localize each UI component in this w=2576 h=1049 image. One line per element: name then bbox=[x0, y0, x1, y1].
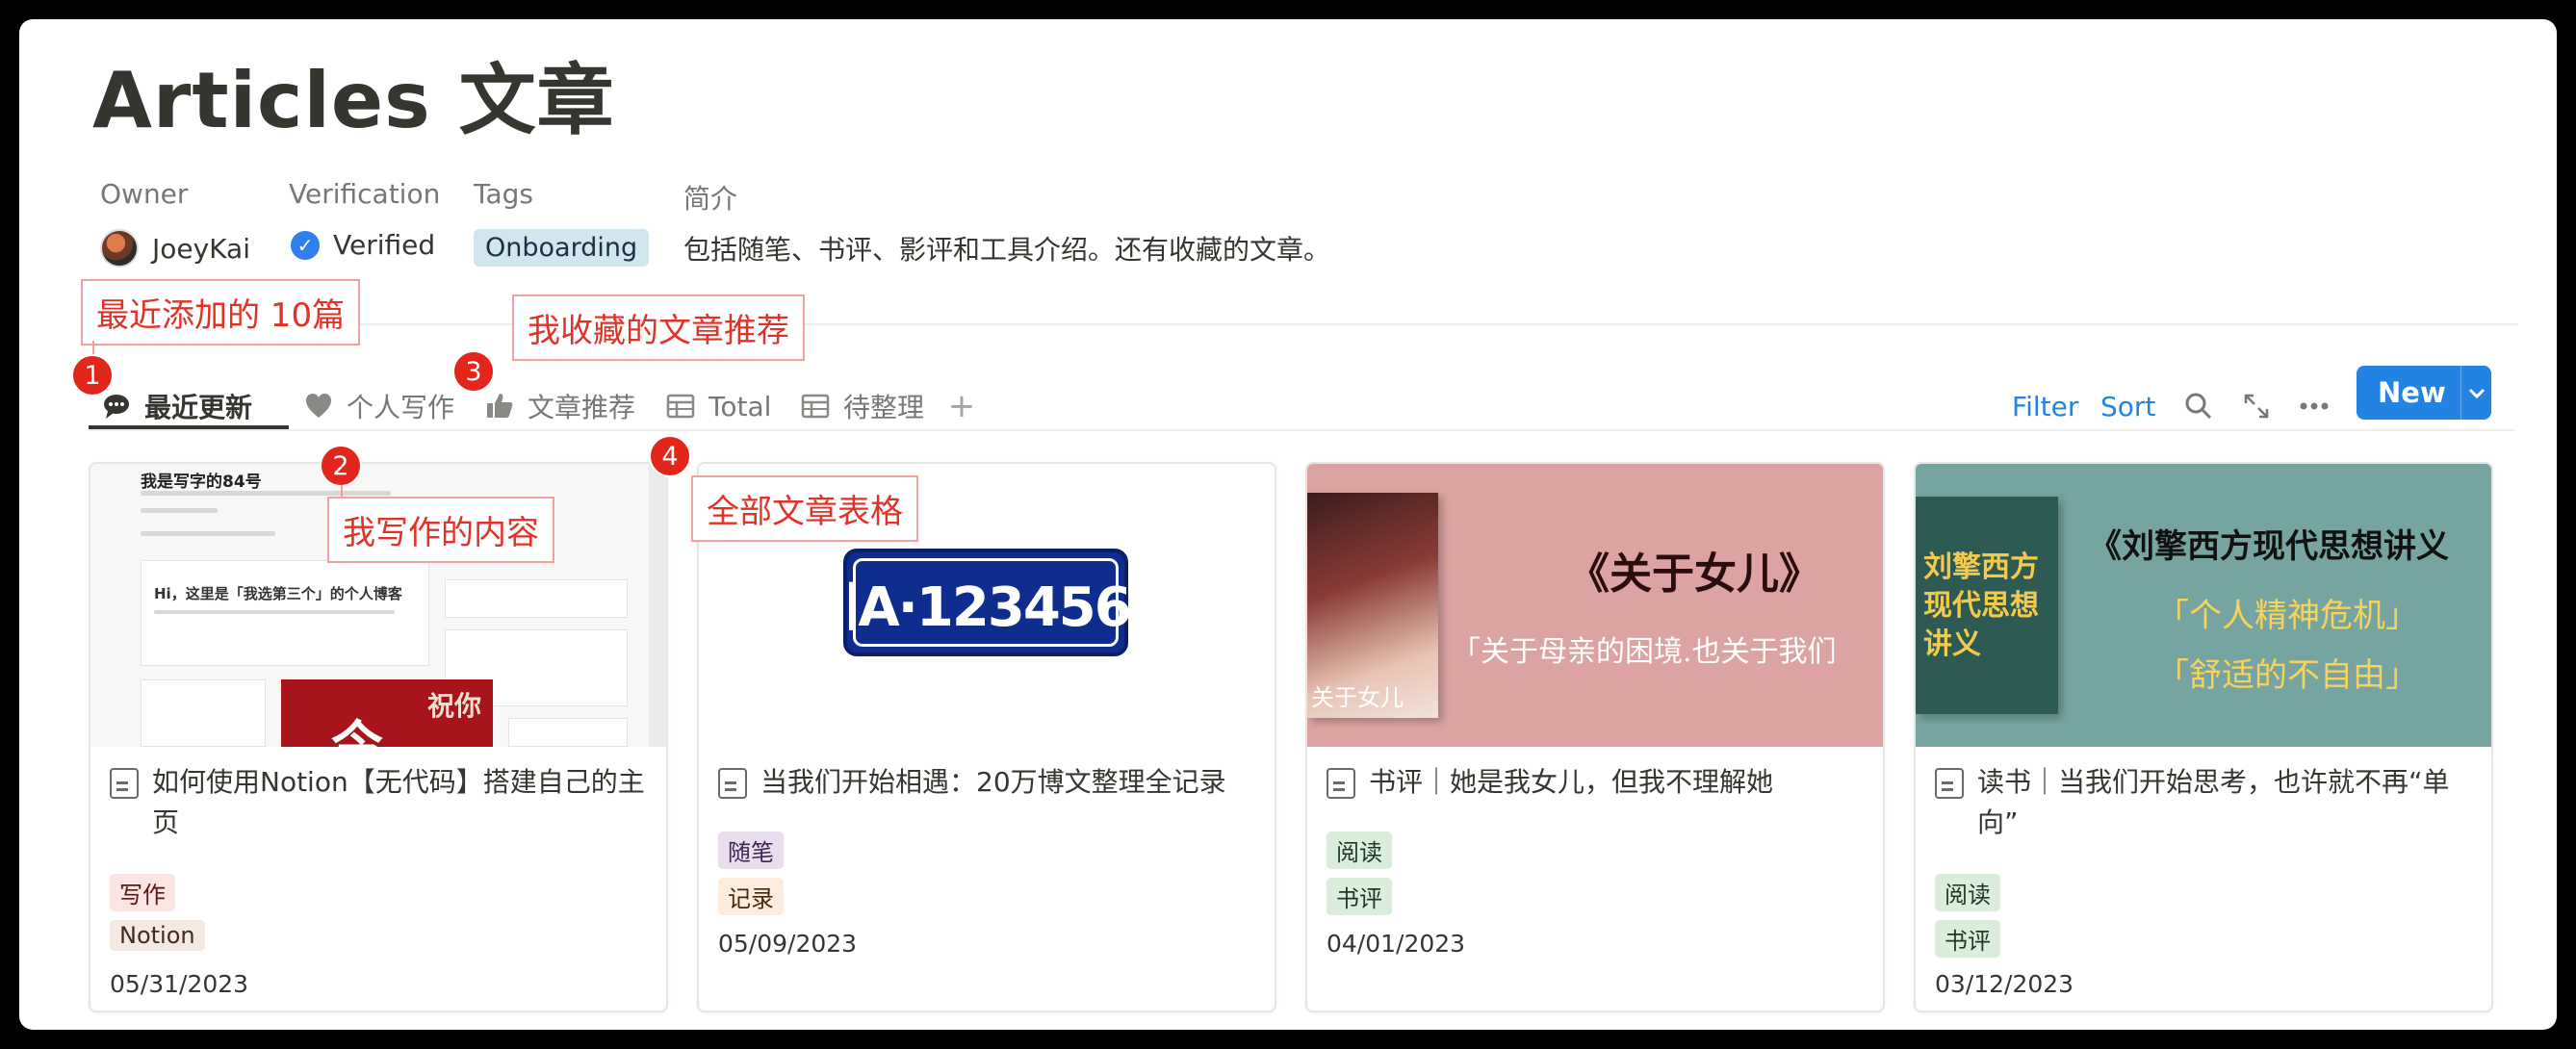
tab-total[interactable]: Total bbox=[664, 375, 771, 437]
annotation-label-1: 最近添加的 10篇 bbox=[81, 279, 361, 345]
cover-title: 《关于女儿》 bbox=[1567, 550, 1821, 599]
table-icon bbox=[799, 390, 832, 422]
thumbs-up-icon bbox=[483, 390, 516, 422]
tab-label: 个人写作 bbox=[347, 392, 455, 423]
book-cover-image: 关于女儿 bbox=[1307, 493, 1438, 718]
tag-book-review: 书评 bbox=[1935, 920, 2000, 958]
tag-writing: 写作 bbox=[110, 874, 175, 911]
active-tab-indicator bbox=[89, 425, 289, 429]
new-button-label: New bbox=[2378, 376, 2446, 409]
heart-icon bbox=[302, 390, 335, 422]
card-date: 05/09/2023 bbox=[718, 930, 858, 958]
tag-essay: 随笔 bbox=[718, 832, 784, 869]
tag-book-review: 书评 bbox=[1327, 878, 1392, 915]
page-title: Articles 文章 bbox=[92, 56, 615, 145]
more-icon[interactable] bbox=[2297, 389, 2331, 423]
tab-to-organize[interactable]: 待整理 bbox=[799, 375, 924, 437]
verification-status: Verified bbox=[333, 229, 436, 261]
cover-line-2: 「舒适的不自由」 bbox=[2156, 656, 2418, 695]
card-date: 03/12/2023 bbox=[1935, 970, 2074, 998]
tags-value[interactable]: Onboarding bbox=[474, 229, 650, 267]
card-title: 如何使用Notion【无代码】搭建自己的主页 bbox=[110, 762, 649, 843]
sort-button[interactable]: Sort bbox=[2100, 391, 2155, 422]
expand-icon[interactable] bbox=[2239, 389, 2274, 423]
document-icon bbox=[718, 768, 747, 799]
new-button[interactable]: New bbox=[2357, 366, 2491, 420]
card-liu-qing-lectures[interactable]: 刘擎西方现代思想讲义 《刘擎西方现代思想讲义 「个人精神危机」 「舒适的不自由」… bbox=[1914, 462, 2493, 1012]
card-date: 05/31/2023 bbox=[110, 970, 249, 998]
tag-record: 记录 bbox=[718, 878, 784, 915]
document-icon bbox=[110, 768, 139, 799]
annotation-marker-4: 4 bbox=[649, 435, 691, 477]
license-plate-text: 川A·1234567 bbox=[806, 558, 1168, 647]
tab-label: 待整理 bbox=[843, 392, 925, 423]
cover-line-1: 「个人精神危机」 bbox=[2156, 597, 2418, 635]
chevron-down-icon[interactable] bbox=[2461, 381, 2491, 404]
verified-check-icon: ✓ bbox=[291, 230, 320, 260]
table-icon bbox=[664, 390, 697, 422]
cover-banner-text: 祝你 bbox=[427, 690, 482, 722]
cover-header-text: 我是写字的84号 bbox=[141, 473, 262, 492]
card-date: 04/01/2023 bbox=[1327, 930, 1466, 958]
card-cover: 刘擎西方现代思想讲义 《刘擎西方现代思想讲义 「个人精神危机」 「舒适的不自由」 bbox=[1916, 464, 2491, 747]
license-plate-image: 川A·1234567 bbox=[806, 549, 1168, 656]
annotation-label-4: 全部文章表格 bbox=[691, 475, 918, 542]
tags-label: Tags bbox=[474, 178, 533, 210]
annotation-label-2: 我写作的内容 bbox=[327, 497, 554, 563]
card-title-text: 书评｜她是我女儿，但我不理解她 bbox=[1369, 766, 1774, 798]
tag-notion: Notion bbox=[110, 920, 205, 951]
plus-icon: + bbox=[947, 387, 976, 425]
cover-greeting: Hi，这里是「我选第三个」的个人博客 bbox=[154, 585, 402, 602]
add-view-button[interactable]: + bbox=[945, 375, 978, 437]
document-icon bbox=[1327, 768, 1355, 799]
book-title: 刘擎西方现代思想讲义 bbox=[1923, 550, 2039, 661]
document-icon bbox=[1935, 768, 1964, 799]
annotation-label-3: 我收藏的文章推荐 bbox=[512, 294, 805, 361]
tag-onboarding: Onboarding bbox=[474, 229, 650, 267]
card-title: 当我们开始相遇：20万博文整理全记录 bbox=[718, 762, 1257, 803]
owner-name: JoeyKai bbox=[152, 232, 250, 265]
cover-banner-text-2: 今 bbox=[331, 715, 383, 747]
annotation-marker-3: 3 bbox=[452, 350, 495, 393]
tag-reading: 阅读 bbox=[1327, 832, 1392, 869]
tab-recommended[interactable]: 文章推荐 bbox=[483, 375, 635, 437]
tab-personal-writing[interactable]: 个人写作 bbox=[302, 375, 454, 437]
tab-label: 文章推荐 bbox=[528, 392, 636, 423]
cover-title: 《刘擎西方现代思想讲义 bbox=[2089, 527, 2449, 566]
annotation-marker-1: 1 bbox=[71, 354, 114, 397]
card-title: 书评｜她是我女儿，但我不理解她 bbox=[1327, 762, 1866, 803]
intro-text: 包括随笔、书评、影评和工具介绍。还有收藏的文章。 bbox=[683, 234, 1331, 266]
tab-label: Total bbox=[708, 390, 772, 422]
owner-value[interactable]: JoeyKai bbox=[100, 229, 250, 268]
card-title-text: 读书｜当我们开始思考，也许就不再“单向” bbox=[1977, 766, 2450, 838]
tabs-divider bbox=[89, 429, 2514, 431]
avatar bbox=[100, 229, 139, 268]
search-icon[interactable] bbox=[2181, 389, 2216, 423]
tab-label: 最近更新 bbox=[144, 392, 253, 423]
owner-label: Owner bbox=[100, 178, 189, 210]
card-200k-blog-record[interactable]: 川A·1234567 当我们开始相遇：20万博文整理全记录 随笔 记录 05/0… bbox=[697, 462, 1276, 1012]
card-title-text: 当我们开始相遇：20万博文整理全记录 bbox=[760, 766, 1226, 798]
tag-reading: 阅读 bbox=[1935, 874, 2000, 911]
filter-button[interactable]: Filter bbox=[2012, 391, 2078, 422]
book-title: 关于女儿 bbox=[1311, 684, 1404, 711]
cover-subtitle: 「关于母亲的困境.也关于我们 bbox=[1452, 635, 1837, 669]
card-title-text: 如何使用Notion【无代码】搭建自己的主页 bbox=[152, 766, 645, 838]
verification-label: Verification bbox=[289, 178, 441, 210]
book-cover-image: 刘擎西方现代思想讲义 bbox=[1916, 497, 2058, 714]
card-about-daughter[interactable]: 关于女儿 《关于女儿》 「关于母亲的困境.也关于我们 书评｜她是我女儿，但我不理… bbox=[1305, 462, 1885, 1012]
divider bbox=[92, 323, 2518, 325]
verification-value[interactable]: ✓ Verified bbox=[291, 229, 435, 261]
intro-label: 简介 bbox=[683, 183, 738, 215]
chat-bubble-icon bbox=[100, 390, 133, 422]
card-cover: 关于女儿 《关于女儿》 「关于母亲的困境.也关于我们 bbox=[1307, 464, 1883, 747]
intro-value[interactable]: 包括随笔、书评、影评和工具介绍。还有收藏的文章。 bbox=[683, 229, 1330, 268]
card-title: 读书｜当我们开始思考，也许就不再“单向” bbox=[1935, 762, 2474, 843]
notion-page: Articles 文章 Owner Verification Tags 简介 J… bbox=[19, 19, 2557, 1030]
annotation-marker-2: 2 bbox=[320, 445, 362, 487]
